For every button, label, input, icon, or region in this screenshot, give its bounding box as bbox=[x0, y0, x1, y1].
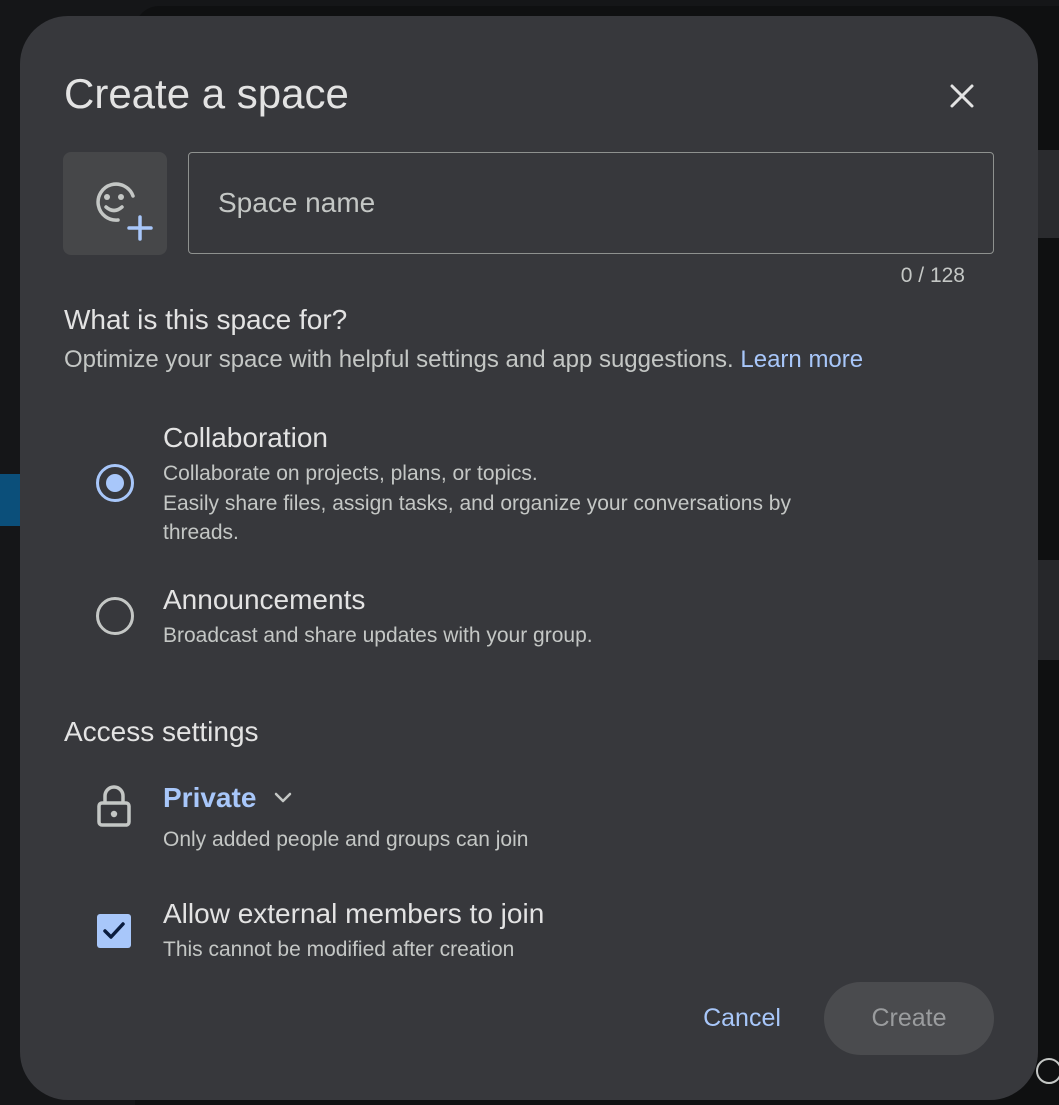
option-collaboration[interactable]: Collaboration Collaborate on projects, p… bbox=[90, 418, 910, 548]
checkmark-icon bbox=[103, 922, 125, 939]
option-announcements[interactable]: Announcements Broadcast and share update… bbox=[90, 580, 910, 660]
add-emoji-button[interactable] bbox=[63, 152, 167, 255]
option-title: Announcements bbox=[163, 584, 366, 615]
dialog-title: Create a space bbox=[64, 70, 349, 117]
learn-more-link[interactable]: Learn more bbox=[740, 346, 863, 373]
background-tab bbox=[0, 474, 20, 526]
access-heading: Access settings bbox=[64, 716, 259, 747]
announcements-radio[interactable] bbox=[96, 597, 134, 635]
allow-external-description: This cannot be modified after creation bbox=[163, 938, 515, 961]
allow-external-checkbox[interactable] bbox=[97, 914, 131, 948]
cancel-button[interactable]: Cancel bbox=[684, 982, 800, 1054]
purpose-description-text: Optimize your space with helpful setting… bbox=[64, 346, 734, 373]
background-emoji-icon bbox=[1036, 1058, 1059, 1084]
space-name-field bbox=[188, 152, 994, 254]
collaboration-radio[interactable] bbox=[96, 464, 134, 502]
close-icon bbox=[950, 84, 974, 108]
option-title: Collaboration bbox=[163, 422, 328, 453]
access-level-description: Only added people and groups can join bbox=[163, 828, 529, 851]
access-level-dropdown[interactable]: Private bbox=[163, 782, 292, 814]
lock-icon bbox=[97, 785, 131, 827]
option-description-line: Broadcast and share updates with your gr… bbox=[163, 624, 593, 647]
create-button[interactable]: Create bbox=[824, 982, 994, 1055]
purpose-heading: What is this space for? bbox=[64, 304, 348, 335]
option-description-line: Collaborate on projects, plans, or topic… bbox=[163, 462, 538, 485]
allow-external-label: Allow external members to join bbox=[163, 898, 545, 929]
space-name-input[interactable] bbox=[189, 153, 993, 253]
add-emoji-icon bbox=[96, 182, 153, 241]
character-counter: 0 / 128 bbox=[900, 264, 965, 287]
option-description-line: threads. bbox=[163, 521, 239, 544]
access-level-value: Private bbox=[163, 782, 257, 813]
create-space-dialog: Create a space 0 / 128 What is this spac… bbox=[20, 16, 1038, 1100]
purpose-description: Optimize your space with helpful setting… bbox=[64, 346, 863, 374]
close-button[interactable] bbox=[940, 74, 984, 118]
option-description-line: Easily share files, assign tasks, and or… bbox=[163, 492, 791, 515]
chevron-down-icon bbox=[275, 792, 292, 803]
